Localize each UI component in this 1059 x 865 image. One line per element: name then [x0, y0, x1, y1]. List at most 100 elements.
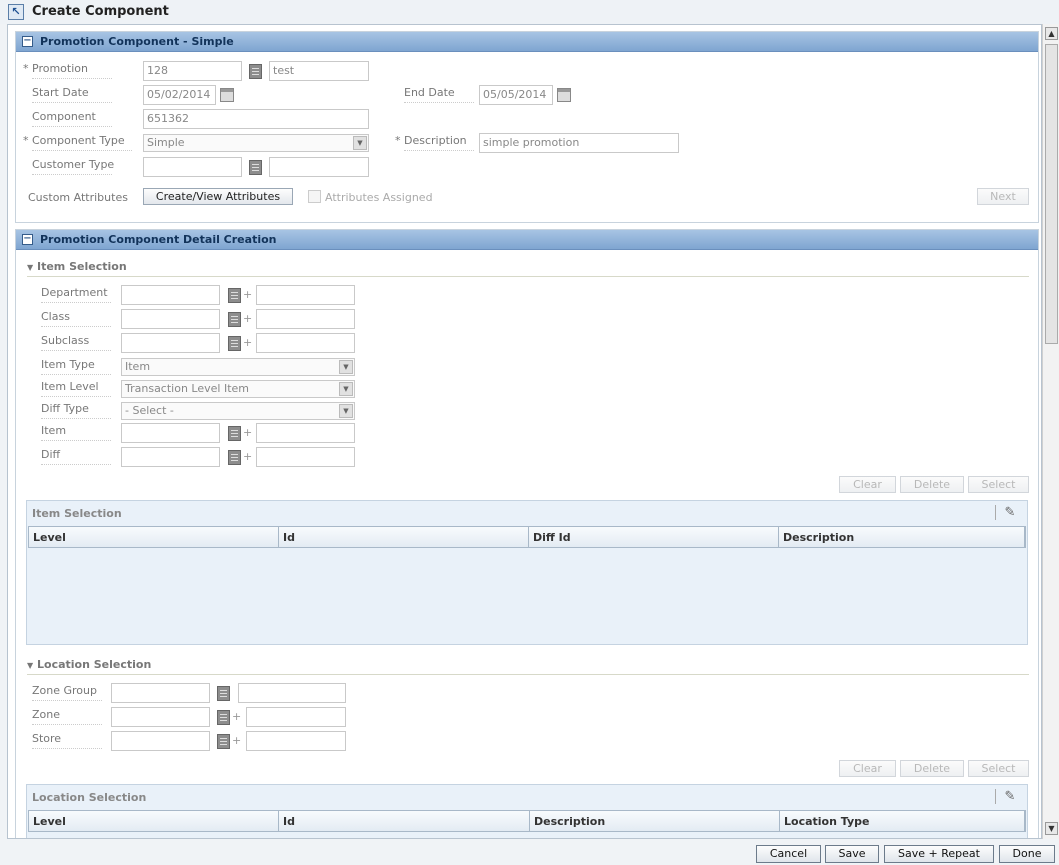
column-header-level[interactable]: Level [29, 811, 279, 831]
promotion-description-input[interactable]: test [269, 61, 369, 81]
subclass-description-input[interactable] [256, 333, 355, 353]
zone-group-input[interactable] [111, 683, 210, 703]
location-clear-button[interactable]: Clear [839, 760, 896, 777]
subclass-input[interactable] [121, 333, 220, 353]
promotion-input[interactable]: 128 [143, 61, 242, 81]
attributes-assigned-label: Attributes Assigned [325, 191, 433, 204]
list-of-values-icon[interactable] [228, 336, 241, 351]
class-description-input[interactable] [256, 309, 355, 329]
zone-label: Zone [32, 708, 102, 725]
detail-panel: − Promotion Component Detail Creation ▼ … [15, 229, 1039, 838]
item-input[interactable] [121, 423, 220, 443]
list-of-values-icon[interactable] [217, 734, 230, 749]
collapse-icon[interactable]: − [22, 234, 33, 245]
class-input[interactable] [121, 309, 220, 329]
component-panel: − Promotion Component - Simple * Promoti… [15, 31, 1039, 223]
diff-type-select[interactable]: - Select - ▼ [121, 402, 355, 420]
location-selection-header[interactable]: ▼ Location Selection [27, 658, 151, 671]
component-panel-title: Promotion Component - Simple [40, 35, 234, 48]
required-marker: * [23, 62, 29, 75]
department-input[interactable] [121, 285, 220, 305]
resize-arrow-icon[interactable]: ↖ [8, 4, 24, 20]
description-input[interactable]: simple promotion [479, 133, 679, 153]
diff-label: Diff [41, 448, 111, 465]
list-of-values-icon[interactable] [249, 160, 262, 175]
column-header-id[interactable]: Id [279, 527, 529, 547]
save-button[interactable]: Save [825, 845, 879, 863]
diff-description-input[interactable] [256, 447, 355, 467]
detail-panel-header[interactable]: − Promotion Component Detail Creation [16, 230, 1038, 250]
location-select-button[interactable]: Select [968, 760, 1029, 777]
location-delete-button[interactable]: Delete [900, 760, 964, 777]
chevron-down-icon[interactable]: ▼ [353, 136, 367, 150]
start-date-label: Start Date [32, 86, 112, 103]
class-label: Class [41, 310, 111, 327]
column-header-level[interactable]: Level [29, 527, 279, 547]
chevron-down-icon[interactable]: ▼ [339, 382, 353, 396]
component-panel-header[interactable]: − Promotion Component - Simple [16, 32, 1038, 52]
zone-input[interactable] [111, 707, 210, 727]
description-label: Description [404, 134, 474, 151]
vertical-scrollbar[interactable]: ▲ ▼ [1042, 24, 1059, 839]
plus-icon: + [243, 312, 253, 325]
content-scroll-pane: − Promotion Component - Simple * Promoti… [7, 24, 1042, 839]
scroll-up-arrow-icon[interactable]: ▲ [1045, 27, 1058, 40]
cancel-button[interactable]: Cancel [756, 845, 821, 863]
item-selection-header[interactable]: ▼ Item Selection [27, 260, 127, 273]
store-input[interactable] [111, 731, 210, 751]
item-level-select[interactable]: Transaction Level Item ▼ [121, 380, 355, 398]
collapse-icon[interactable]: − [22, 36, 33, 47]
list-of-values-icon[interactable] [228, 288, 241, 303]
column-header-description[interactable]: Description [530, 811, 780, 831]
column-header-description[interactable]: Description [779, 527, 1025, 547]
plus-icon: + [232, 710, 242, 723]
zone-description-input[interactable] [246, 707, 346, 727]
scrollbar-thumb[interactable] [1045, 44, 1058, 344]
list-of-values-icon[interactable] [228, 312, 241, 327]
start-date-input[interactable]: 05/02/2014 [143, 85, 216, 105]
create-view-attributes-button[interactable]: Create/View Attributes [143, 188, 293, 205]
item-clear-button[interactable]: Clear [839, 476, 896, 493]
component-input[interactable]: 651362 [143, 109, 369, 129]
edit-pencil-icon[interactable]: ✎ [1001, 505, 1019, 521]
calendar-icon[interactable] [220, 88, 234, 102]
required-marker: * [395, 134, 401, 147]
component-type-select[interactable]: Simple ▼ [143, 134, 369, 152]
chevron-down-icon[interactable]: ▼ [339, 360, 353, 374]
item-type-label: Item Type [41, 358, 111, 375]
save-repeat-button[interactable]: Save + Repeat [884, 845, 994, 863]
department-description-input[interactable] [256, 285, 355, 305]
list-of-values-icon[interactable] [217, 686, 230, 701]
item-select-button[interactable]: Select [968, 476, 1029, 493]
item-description-input[interactable] [256, 423, 355, 443]
column-header-diff-id[interactable]: Diff Id [529, 527, 779, 547]
item-type-select[interactable]: Item ▼ [121, 358, 355, 376]
column-header-location-type[interactable]: Location Type [780, 811, 1025, 831]
list-of-values-icon[interactable] [228, 426, 241, 441]
component-label: Component [32, 110, 112, 127]
plus-icon: + [243, 426, 253, 439]
list-of-values-icon[interactable] [249, 64, 262, 79]
calendar-icon[interactable] [557, 88, 571, 102]
done-button[interactable]: Done [999, 845, 1055, 863]
scroll-down-arrow-icon[interactable]: ▼ [1045, 822, 1058, 835]
attributes-assigned-checkbox[interactable] [308, 190, 321, 203]
customer-type-input[interactable] [143, 157, 242, 177]
list-of-values-icon[interactable] [217, 710, 230, 725]
next-button[interactable]: Next [977, 188, 1029, 205]
column-header-id[interactable]: Id [279, 811, 530, 831]
plus-icon: + [243, 450, 253, 463]
item-delete-button[interactable]: Delete [900, 476, 964, 493]
diff-input[interactable] [121, 447, 220, 467]
edit-pencil-icon[interactable]: ✎ [1001, 789, 1019, 805]
divider [27, 276, 1029, 277]
customer-type-description-input[interactable] [269, 157, 369, 177]
customer-type-label: Customer Type [32, 158, 114, 175]
required-marker: * [23, 134, 29, 147]
store-description-input[interactable] [246, 731, 346, 751]
end-date-input[interactable]: 05/05/2014 [479, 85, 553, 105]
list-of-values-icon[interactable] [228, 450, 241, 465]
item-selection-table-body [28, 549, 1026, 644]
chevron-down-icon[interactable]: ▼ [339, 404, 353, 418]
zone-group-description-input[interactable] [238, 683, 346, 703]
